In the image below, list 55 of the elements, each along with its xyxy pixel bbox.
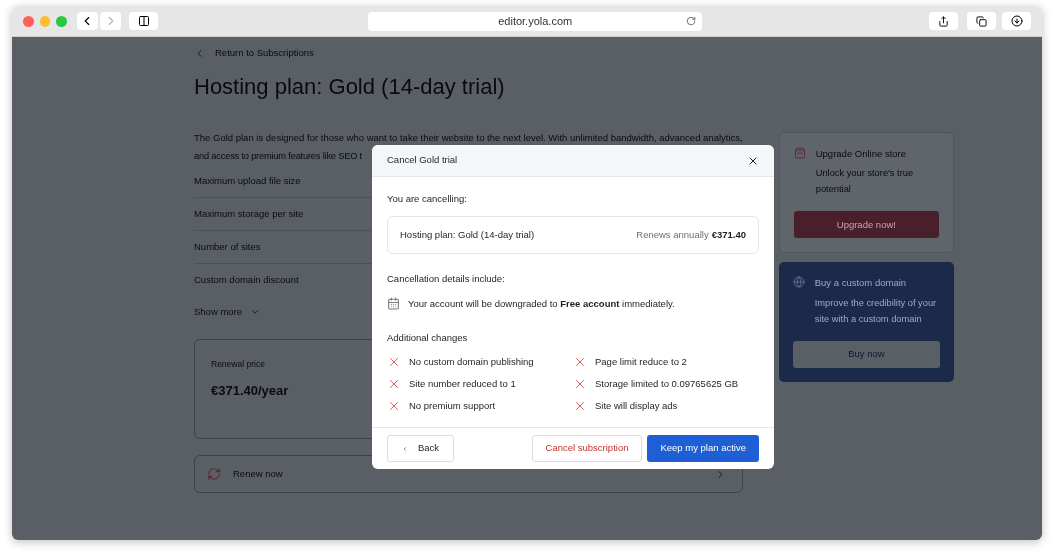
- plan-name: Hosting plan: Gold (14-day trial): [400, 228, 535, 243]
- section-label: You are cancelling:: [387, 192, 467, 206]
- calendar-icon: [387, 297, 400, 311]
- share-icon: [938, 15, 950, 27]
- page-title: Hosting plan: Gold (14-day trial): [194, 74, 505, 100]
- change-item: Storage limited to 0.09765625 GB: [595, 376, 739, 391]
- cross-icon: [387, 355, 401, 369]
- change-item: No custom domain publishing: [409, 354, 534, 369]
- back-button[interactable]: Back: [387, 435, 454, 462]
- cross-icon: [573, 355, 587, 369]
- share-button[interactable]: [929, 12, 959, 30]
- cancel-subscription-button[interactable]: Cancel subscription: [531, 435, 643, 462]
- promo-text: Unlock your store's true potential: [815, 167, 915, 197]
- plan-price: €371.40: [711, 228, 746, 243]
- plan-description: The Gold plan is designed for those who want to take their website to the next level. With unlimited bandwidth, advanced analytics,: [194, 131, 743, 145]
- change-item: Page limit reduce to 2: [595, 354, 687, 369]
- promo-text: Improve the credibility of your site with a custom domain: [814, 296, 938, 326]
- change-item: Site will display ads: [595, 398, 678, 413]
- dialog-title: Cancel Gold trial: [387, 153, 458, 168]
- back-button[interactable]: [76, 12, 99, 30]
- tabs-icon: [976, 15, 988, 27]
- show-more-button[interactable]: Show more: [194, 300, 261, 324]
- plan-description: and access to premium features like SEO t: [194, 150, 362, 163]
- globe-icon: [792, 276, 805, 289]
- cross-icon: [387, 399, 401, 413]
- promo-title: Upgrade Online store: [815, 147, 908, 161]
- renewal-label: Renewal price: [211, 358, 265, 371]
- sidebar-toggle-button[interactable]: [129, 12, 159, 30]
- cross-icon: [573, 399, 587, 413]
- download-icon: [1010, 15, 1023, 27]
- promo-button[interactable]: Upgrade now!: [793, 211, 939, 239]
- feature-label: Maximum upload file size: [194, 173, 301, 188]
- change-item: Site number reduced to 1: [409, 376, 516, 391]
- cross-icon: [387, 377, 401, 391]
- renewal-info: Renews annually: [636, 228, 709, 243]
- tabs-button[interactable]: [967, 12, 997, 30]
- chevron-icon: [250, 307, 261, 317]
- downgrade-notice: Your account will be downgraded to Free account immediately.: [408, 296, 675, 311]
- section-label: Cancellation details include:: [387, 272, 505, 287]
- sidebar-icon: [137, 15, 150, 27]
- keep-plan-button[interactable]: Keep my plan active: [647, 435, 759, 462]
- feature-label: Number of sites: [194, 239, 261, 254]
- renewal-price: €371.40/year: [211, 381, 289, 400]
- reload-icon[interactable]: [686, 15, 697, 26]
- bag-icon: [793, 147, 806, 159]
- feature-label: Custom domain discount: [194, 273, 299, 288]
- section-label: Additional changes: [387, 330, 468, 345]
- promo-title: Buy a custom domain: [814, 276, 908, 291]
- feature-label: Maximum storage per site: [194, 206, 304, 221]
- address-bar[interactable]: editor.yola.com: [368, 11, 703, 31]
- cross-icon: [573, 377, 587, 391]
- downloads-button[interactable]: [1002, 12, 1031, 30]
- refresh-icon: [207, 467, 221, 481]
- return-link[interactable]: Return to Subscriptions: [194, 46, 743, 60]
- change-item: No premium support: [409, 398, 496, 413]
